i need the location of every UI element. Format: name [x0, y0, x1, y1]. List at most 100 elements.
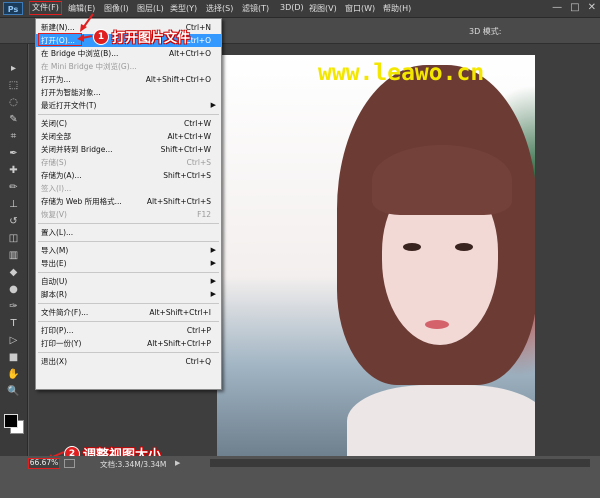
open-item-highlight-box — [38, 33, 82, 46]
menu-item-label: 存储为 Web 所用格式... — [41, 197, 122, 206]
lasso-tool-icon[interactable]: ◌ — [6, 96, 21, 110]
document-image[interactable] — [217, 55, 535, 457]
file-menu-item[interactable]: 打印一份(Y) Alt+Shift+Ctrl+P — [36, 337, 221, 350]
maximize-icon[interactable]: □ — [570, 2, 579, 13]
file-menu-item[interactable]: 在 Bridge 中浏览(B)... Alt+Ctrl+O — [36, 47, 221, 60]
menu-item-label: 存储为(A)... — [41, 171, 82, 180]
menu-filter[interactable]: 滤镜(T) — [242, 3, 269, 14]
submenu-arrow-icon: ▶ — [210, 259, 216, 267]
file-menu-item[interactable]: 退出(X) Ctrl+Q — [36, 355, 221, 368]
3d-mode-label: 3D 模式: — [469, 27, 502, 36]
pen-tool-icon[interactable]: ✑ — [6, 300, 21, 314]
menu-item-shortcut: Ctrl+Q — [185, 357, 211, 366]
watermark-text: www.leawo.cn — [318, 60, 485, 86]
file-menu-item[interactable]: 关闭并转到 Bridge... Shift+Ctrl+W — [36, 143, 221, 156]
menu-layer[interactable]: 图层(L) — [137, 3, 164, 14]
file-menu-item[interactable]: 打印(P)... Ctrl+P — [36, 324, 221, 337]
submenu-arrow-icon: ▶ — [210, 101, 216, 109]
menu-image[interactable]: 图像(I) — [104, 3, 129, 14]
menu-item-shortcut: Alt+Shift+Ctrl+S — [146, 197, 211, 206]
submenu-arrow-icon: ▶ — [210, 290, 216, 298]
file-menu-item: 存储(S) Ctrl+S — [36, 156, 221, 169]
eraser-tool-icon[interactable]: ◫ — [6, 232, 21, 246]
menu-separator — [38, 303, 219, 304]
dodge-tool-icon[interactable]: ● — [6, 283, 21, 297]
zoom-level-field[interactable]: 66.67% — [28, 458, 60, 469]
path-select-tool-icon[interactable]: ▷ — [6, 334, 21, 348]
shape-tool-icon[interactable]: ■ — [6, 351, 21, 365]
image-eye-right — [455, 243, 473, 251]
menu-separator — [38, 352, 219, 353]
menu-item-label: 自动(U) — [41, 277, 68, 286]
menu-separator — [38, 241, 219, 242]
hand-tool-icon[interactable]: ✋ — [6, 368, 21, 382]
blur-tool-icon[interactable]: ◆ — [6, 266, 21, 280]
crop-tool-icon[interactable]: ⌗ — [6, 130, 21, 144]
menu-item-shortcut: Alt+Ctrl+W — [167, 132, 211, 141]
brush-tool-icon[interactable]: ✏ — [6, 181, 21, 195]
file-menu-item[interactable]: 脚本(R) ▶ — [36, 288, 221, 301]
image-lips — [425, 320, 449, 329]
file-menu-item[interactable]: 自动(U) ▶ — [36, 275, 221, 288]
file-menu-item[interactable]: 最近打开文件(T) ▶ — [36, 99, 221, 112]
menu-edit[interactable]: 编辑(E) — [68, 3, 95, 14]
menu-type[interactable]: 类型(Y) — [170, 3, 197, 14]
menu-view[interactable]: 视图(V) — [309, 3, 337, 14]
eyedropper-tool-icon[interactable]: ✒ — [6, 147, 21, 161]
menu-item-label: 打印一份(Y) — [41, 339, 82, 348]
menu-item-shortcut: Alt+Shift+Ctrl+P — [147, 339, 211, 348]
menu-item-shortcut: Ctrl+S — [186, 158, 211, 167]
menu-item-label: 关闭并转到 Bridge... — [41, 145, 113, 154]
type-tool-icon[interactable]: T — [6, 317, 21, 331]
file-menu-item: 签入(I)... — [36, 182, 221, 195]
file-menu-item[interactable]: 文件简介(F)... Alt+Shift+Ctrl+I — [36, 306, 221, 319]
file-menu-item[interactable]: 存储为(A)... Shift+Ctrl+S — [36, 169, 221, 182]
menu-file[interactable]: 文件(F) — [29, 1, 62, 15]
image-eye-left — [403, 243, 421, 251]
submenu-arrow-icon: ▶ — [210, 246, 216, 254]
file-menu-item[interactable]: 关闭(C) Ctrl+W — [36, 117, 221, 130]
menu-separator — [38, 114, 219, 115]
menu-3d[interactable]: 3D(D) — [280, 3, 304, 12]
file-menu-item[interactable]: 导出(E) ▶ — [36, 257, 221, 270]
file-menu-item[interactable]: 打开为智能对象... — [36, 86, 221, 99]
image-bangs — [372, 145, 512, 215]
menu-item-label: 在 Bridge 中浏览(B)... — [41, 49, 119, 58]
menu-item-label: 置入(L)... — [41, 228, 74, 237]
history-brush-tool-icon[interactable]: ↺ — [6, 215, 21, 229]
file-menu-item[interactable]: 打开为... Alt+Shift+Ctrl+O — [36, 73, 221, 86]
status-menu-arrow-icon[interactable]: ▶ — [175, 459, 180, 467]
menu-item-label: 导出(E) — [41, 259, 67, 268]
file-menu-item[interactable]: 导入(M) ▶ — [36, 244, 221, 257]
menu-help[interactable]: 帮助(H) — [383, 3, 411, 14]
menu-window[interactable]: 窗口(W) — [345, 3, 375, 14]
menu-select[interactable]: 选择(S) — [206, 3, 233, 14]
menu-item-label: 关闭(C) — [41, 119, 68, 128]
menu-item-label: 打开为... — [41, 75, 71, 84]
clone-stamp-tool-icon[interactable]: ⊥ — [6, 198, 21, 212]
status-bar: 66.67% 文档:3.34M/3.34M ▶ — [0, 456, 600, 498]
marquee-tool-icon[interactable]: ⬚ — [6, 79, 21, 93]
foreground-color-swatch[interactable] — [4, 414, 18, 428]
healing-brush-tool-icon[interactable]: ✚ — [6, 164, 21, 178]
menu-item-shortcut: F12 — [197, 210, 211, 219]
menu-item-label: 签入(I)... — [41, 184, 72, 193]
menu-item-label: 关闭全部 — [41, 132, 71, 141]
zoom-tool-icon[interactable]: 🔍 — [6, 385, 21, 399]
callout-step1: 1 打开图片文件 — [93, 27, 190, 46]
move-tool-icon[interactable]: ▸ — [6, 62, 21, 76]
menu-item-shortcut: Alt+Shift+Ctrl+O — [145, 75, 211, 84]
gradient-tool-icon[interactable]: ▥ — [6, 249, 21, 263]
minimize-icon[interactable]: — — [552, 2, 562, 13]
horizontal-scrollbar[interactable] — [210, 459, 590, 467]
file-menu-item[interactable]: 关闭全部 Alt+Ctrl+W — [36, 130, 221, 143]
file-menu-item[interactable]: 存储为 Web 所用格式... Alt+Shift+Ctrl+S — [36, 195, 221, 208]
image-shirt — [347, 385, 535, 457]
zoom-preview-icon[interactable] — [64, 459, 75, 468]
menu-item-shortcut: Alt+Shift+Ctrl+I — [149, 308, 211, 317]
close-icon[interactable]: ✕ — [588, 2, 596, 13]
menu-separator — [38, 223, 219, 224]
file-menu-item[interactable]: 置入(L)... — [36, 226, 221, 239]
file-menu-item: 恢复(V) F12 — [36, 208, 221, 221]
quick-select-tool-icon[interactable]: ✎ — [6, 113, 21, 127]
